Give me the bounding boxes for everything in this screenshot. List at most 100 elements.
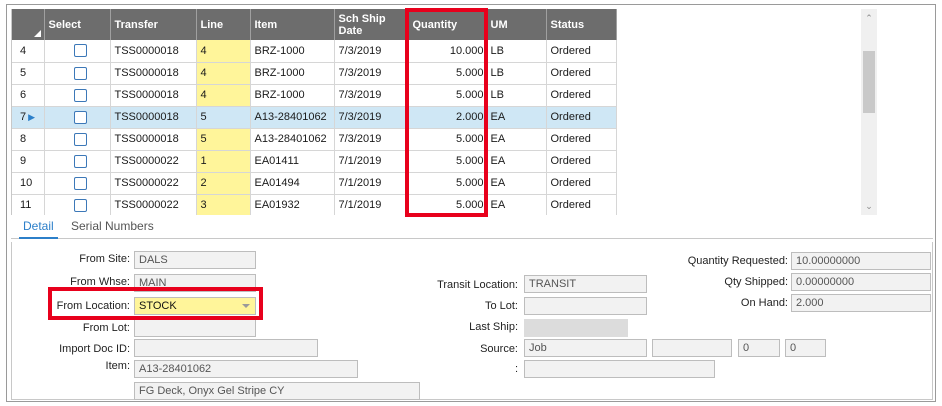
- tab-detail[interactable]: Detail: [19, 219, 58, 239]
- source-release-field[interactable]: 0: [785, 339, 826, 357]
- from-site-field[interactable]: DALS: [134, 251, 256, 269]
- line-cell[interactable]: 3: [196, 194, 251, 215]
- transfer-cell[interactable]: TSS0000018: [110, 62, 197, 85]
- col-header-um[interactable]: UM: [486, 9, 547, 40]
- quantity-cell[interactable]: 5.000: [408, 172, 487, 195]
- item-cell[interactable]: EA01411: [250, 150, 335, 173]
- select-cell[interactable]: [44, 40, 111, 63]
- sch-ship-date-cell[interactable]: 7/1/2019: [334, 172, 409, 195]
- chevron-down-icon[interactable]: [242, 304, 250, 308]
- row-number[interactable]: 11: [12, 194, 45, 215]
- select-checkbox[interactable]: [73, 66, 87, 80]
- select-cell[interactable]: [44, 84, 111, 107]
- from-location-dropdown[interactable]: STOCK: [134, 297, 256, 315]
- select-checkbox[interactable]: [73, 110, 87, 124]
- col-header-status[interactable]: Status: [546, 9, 617, 40]
- sch-ship-date-cell[interactable]: 7/3/2019: [334, 62, 409, 85]
- row-number[interactable]: 4: [12, 40, 45, 63]
- line-cell[interactable]: 4: [196, 62, 251, 85]
- item-cell[interactable]: BRZ-1000: [250, 40, 335, 63]
- col-header-line[interactable]: Line: [196, 9, 251, 40]
- quantity-cell[interactable]: 5.000: [408, 128, 487, 151]
- status-cell[interactable]: Ordered: [546, 150, 617, 173]
- sch-ship-date-cell[interactable]: 7/1/2019: [334, 194, 409, 215]
- source-line-field[interactable]: 0: [738, 339, 780, 357]
- status-cell[interactable]: Ordered: [546, 40, 617, 63]
- select-cell[interactable]: [44, 150, 111, 173]
- scroll-down-icon[interactable]: ⌄: [861, 199, 877, 213]
- status-cell[interactable]: Ordered: [546, 84, 617, 107]
- from-whse-field[interactable]: MAIN: [134, 274, 256, 292]
- transfer-cell[interactable]: TSS0000022: [110, 172, 197, 195]
- select-cell[interactable]: [44, 194, 111, 215]
- row-number[interactable]: 9: [12, 150, 45, 173]
- item-cell[interactable]: A13-28401062: [250, 106, 335, 129]
- quantity-cell[interactable]: 2.000: [408, 106, 487, 129]
- quantity-cell[interactable]: 5.000: [408, 84, 487, 107]
- extra-field[interactable]: [524, 360, 715, 378]
- row-number[interactable]: 8: [12, 128, 45, 151]
- transfer-cell[interactable]: TSS0000022: [110, 150, 197, 173]
- um-cell[interactable]: EA: [486, 106, 547, 129]
- scroll-thumb[interactable]: [863, 51, 875, 113]
- select-checkbox[interactable]: [73, 176, 87, 190]
- transfer-cell[interactable]: TSS0000018: [110, 84, 197, 107]
- status-cell[interactable]: Ordered: [546, 128, 617, 151]
- item-cell[interactable]: BRZ-1000: [250, 62, 335, 85]
- table-row[interactable]: 8 TSS0000018 5 A13-28401062 7/3/2019 5.000 EA O…: [12, 128, 617, 151]
- status-cell[interactable]: Ordered: [546, 106, 617, 129]
- table-row[interactable]: 10 TSS0000022 2 EA01494 7/1/2019 5.000 EA Order…: [12, 172, 617, 195]
- line-cell[interactable]: 5: [196, 128, 251, 151]
- sch-ship-date-cell[interactable]: 7/3/2019: [334, 40, 409, 63]
- um-cell[interactable]: LB: [486, 62, 547, 85]
- col-header-quantity[interactable]: Quantity: [408, 9, 487, 40]
- col-header-transfer[interactable]: Transfer: [110, 9, 197, 40]
- transfer-cell[interactable]: TSS0000018: [110, 128, 197, 151]
- transfer-cell[interactable]: TSS0000018: [110, 40, 197, 63]
- from-lot-field[interactable]: [134, 319, 256, 337]
- line-cell[interactable]: 4: [196, 40, 251, 63]
- select-cell[interactable]: [44, 172, 111, 195]
- select-cell[interactable]: [44, 128, 111, 151]
- line-cell[interactable]: 2: [196, 172, 251, 195]
- um-cell[interactable]: EA: [486, 128, 547, 151]
- row-number[interactable]: 10: [12, 172, 45, 195]
- row-number[interactable]: 6: [12, 84, 45, 107]
- select-checkbox[interactable]: [73, 132, 87, 146]
- row-number[interactable]: 7 ▶: [12, 106, 45, 129]
- grid-vertical-scrollbar[interactable]: ⌃ ⌄: [861, 9, 877, 215]
- col-header-item[interactable]: Item: [250, 9, 335, 40]
- transit-location-field[interactable]: TRANSIT: [524, 275, 647, 293]
- um-cell[interactable]: EA: [486, 172, 547, 195]
- item-cell[interactable]: A13-28401062: [250, 128, 335, 151]
- table-row[interactable]: 9 TSS0000022 1 EA01411 7/1/2019 5.000 EA Ordere…: [12, 150, 617, 173]
- item-field[interactable]: A13-28401062: [134, 360, 358, 378]
- to-lot-field[interactable]: [524, 297, 647, 315]
- line-cell[interactable]: 5: [196, 106, 251, 129]
- item-cell[interactable]: BRZ-1000: [250, 84, 335, 107]
- select-cell[interactable]: [44, 106, 111, 129]
- line-cell[interactable]: 1: [196, 150, 251, 173]
- table-row[interactable]: 6 TSS0000018 4 BRZ-1000 7/3/2019 5.000 LB Order…: [12, 84, 617, 107]
- table-row[interactable]: 4 TSS0000018 4 BRZ-1000 7/3/2019 10.000 LB Orde…: [12, 40, 617, 63]
- sch-ship-date-cell[interactable]: 7/3/2019: [334, 84, 409, 107]
- select-checkbox[interactable]: [73, 198, 87, 212]
- line-cell[interactable]: 4: [196, 84, 251, 107]
- import-doc-id-field[interactable]: [134, 339, 318, 357]
- um-cell[interactable]: LB: [486, 84, 547, 107]
- source-ref-field[interactable]: [652, 339, 732, 357]
- um-cell[interactable]: LB: [486, 40, 547, 63]
- quantity-cell[interactable]: 5.000: [408, 62, 487, 85]
- transfer-cell[interactable]: TSS0000022: [110, 194, 197, 215]
- sch-ship-date-cell[interactable]: 7/3/2019: [334, 128, 409, 151]
- table-row[interactable]: 7 ▶ TSS0000018 5 A13-28401062 7/3/2019 2.000 EA…: [12, 106, 617, 129]
- sch-ship-date-cell[interactable]: 7/3/2019: [334, 106, 409, 129]
- quantity-cell[interactable]: 5.000: [408, 194, 487, 215]
- quantity-cell[interactable]: 10.000: [408, 40, 487, 63]
- tab-serial-numbers[interactable]: Serial Numbers: [67, 219, 158, 237]
- item-cell[interactable]: EA01494: [250, 172, 335, 195]
- status-cell[interactable]: Ordered: [546, 194, 617, 215]
- status-cell[interactable]: Ordered: [546, 62, 617, 85]
- select-checkbox[interactable]: [73, 44, 87, 58]
- um-cell[interactable]: EA: [486, 194, 547, 215]
